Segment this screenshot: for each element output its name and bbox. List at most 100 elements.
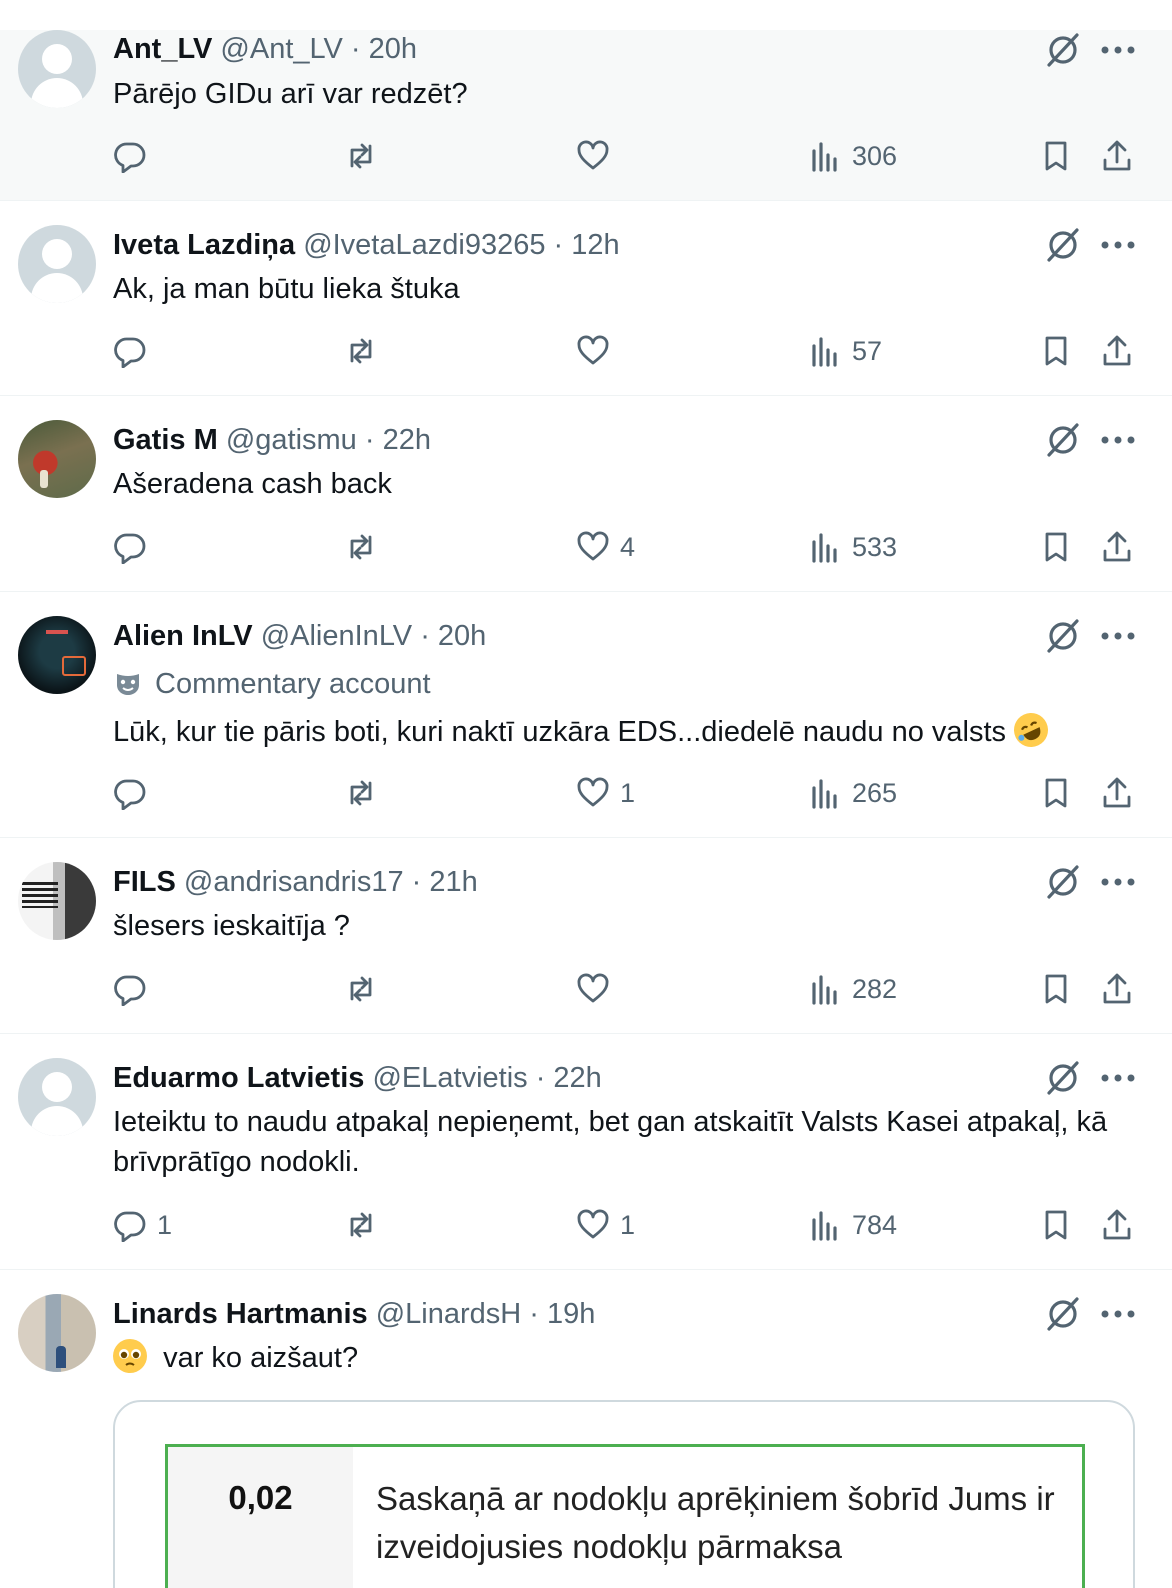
share-icon	[1103, 1209, 1131, 1240]
share-button[interactable]	[1100, 969, 1134, 1009]
overpayment-message: Saskaņā ar nodokļu aprēķiniem šobrīd Jum…	[376, 1480, 1055, 1565]
views-button[interactable]: 57	[808, 331, 882, 371]
author-name[interactable]: Eduarmo Latvietis	[113, 1062, 364, 1094]
share-button[interactable]	[1100, 331, 1134, 371]
share-icon	[1103, 973, 1131, 1004]
bookmark-button[interactable]	[1039, 773, 1073, 813]
share-button[interactable]	[1100, 136, 1134, 176]
like-button[interactable]: 1	[576, 1205, 635, 1245]
more-options-icon[interactable]	[1100, 877, 1136, 887]
tweet-text: Lūk, kur tie pāris boti, kuri naktī uzkā…	[113, 707, 1143, 753]
retweet-icon	[350, 143, 372, 169]
retweet-button[interactable]	[344, 1205, 378, 1245]
reply-button[interactable]	[113, 331, 157, 371]
like-button[interactable]: 1	[576, 773, 635, 813]
reply-button[interactable]: 1	[113, 1205, 172, 1245]
like-count: 4	[620, 531, 636, 562]
more-options-icon[interactable]	[1100, 1309, 1136, 1319]
author-name[interactable]: Alien InLV	[113, 620, 253, 652]
grok-icon[interactable]	[1044, 31, 1082, 69]
view-count: 282	[852, 973, 898, 1004]
author-handle-and-time[interactable]: @andrisandris17 · 21h	[184, 866, 478, 898]
author-handle-and-time[interactable]: @LinardsH · 19h	[376, 1298, 596, 1330]
avatar[interactable]	[18, 616, 96, 694]
views-button[interactable]: 784	[808, 1205, 897, 1245]
grok-icon[interactable]	[1044, 1059, 1082, 1097]
media-card[interactable]: 0,02 Saskaņā ar nodokļu aprēķiniem šobrī…	[113, 1400, 1135, 1588]
like-count: 1	[620, 1209, 636, 1240]
more-options-icon[interactable]	[1100, 631, 1136, 641]
like-button[interactable]	[576, 136, 620, 176]
share-button[interactable]	[1100, 527, 1134, 567]
more-options-icon[interactable]	[1100, 240, 1136, 250]
grok-icon[interactable]	[1044, 1295, 1082, 1333]
tweet-actions: 282	[0, 969, 1172, 1009]
tweet-text-content: Lūk, kur tie pāris boti, kuri naktī uzkā…	[113, 716, 1007, 748]
avatar[interactable]	[18, 1294, 96, 1372]
author-handle-and-time[interactable]: @AlienInLV · 20h	[261, 620, 487, 652]
like-button[interactable]: 4	[576, 527, 635, 567]
views-button[interactable]: 306	[808, 136, 897, 176]
views-button[interactable]: 533	[808, 527, 897, 567]
top-bar	[0, 0, 1172, 30]
author-name[interactable]: Ant_LV	[113, 33, 212, 65]
views-button[interactable]: 265	[808, 773, 897, 813]
author-name[interactable]: Linards Hartmanis	[113, 1298, 368, 1330]
reply-tweet[interactable]: Gatis M @gatismu · 22h Ašeradena cash ba…	[0, 396, 1172, 592]
grok-icon[interactable]	[1044, 617, 1082, 655]
bookmark-button[interactable]	[1039, 969, 1073, 1009]
share-button[interactable]	[1100, 773, 1134, 813]
view-count: 306	[852, 140, 898, 171]
avatar[interactable]	[18, 420, 96, 498]
tweet-text: šlesers ieskaitīja ?	[113, 910, 350, 942]
avatar[interactable]	[18, 862, 96, 940]
grok-icon[interactable]	[1044, 421, 1082, 459]
like-icon	[577, 973, 609, 1003]
avatar[interactable]	[18, 30, 96, 108]
author-handle-and-time[interactable]: @ELatvietis · 22h	[372, 1062, 601, 1094]
author-name[interactable]: Gatis M	[113, 424, 218, 456]
more-options-icon[interactable]	[1100, 45, 1136, 55]
reply-tweet[interactable]: FILS @andrisandris17 · 21h šlesers ieska…	[0, 838, 1172, 1034]
reply-button[interactable]	[113, 969, 157, 1009]
reply-button[interactable]	[113, 773, 157, 813]
retweet-button[interactable]	[344, 331, 378, 371]
tweet-text: var ko aizšaut?	[113, 1338, 1143, 1378]
views-button[interactable]: 282	[808, 969, 897, 1009]
more-options-icon[interactable]	[1100, 1073, 1136, 1083]
grok-icon[interactable]	[1044, 863, 1082, 901]
retweet-button[interactable]	[344, 773, 378, 813]
author-name[interactable]: FILS	[113, 866, 176, 898]
author-handle-and-time[interactable]: @IvetaLazdi93265 · 12h	[303, 229, 619, 261]
like-button[interactable]	[576, 969, 620, 1009]
grok-icon[interactable]	[1044, 226, 1082, 264]
like-button[interactable]	[576, 331, 620, 371]
views-icon	[812, 337, 837, 367]
tweet-text: Ieteiktu to naudu atpakaļ nepieņemt, bet…	[113, 1106, 1108, 1178]
bookmark-button[interactable]	[1039, 136, 1073, 176]
reply-tweet[interactable]: Iveta Lazdiņa @IvetaLazdi93265 · 12h Ak,…	[0, 201, 1172, 396]
bookmark-button[interactable]	[1039, 1205, 1073, 1245]
tweet-header: Eduarmo Latvietis @ELatvietis · 22h	[113, 1061, 602, 1095]
reply-tweet[interactable]: Ant_LV @Ant_LV · 20h Pārējo GIDu arī var…	[0, 30, 1172, 201]
reply-button[interactable]	[113, 527, 157, 567]
author-name[interactable]: Iveta Lazdiņa	[113, 229, 295, 261]
avatar[interactable]	[18, 1058, 96, 1136]
more-options-icon[interactable]	[1100, 435, 1136, 445]
pleading-face-emoji	[113, 1339, 147, 1373]
avatar[interactable]	[18, 225, 96, 303]
views-icon	[812, 533, 837, 563]
retweet-button[interactable]	[344, 969, 378, 1009]
reply-tweet[interactable]: Eduarmo Latvietis @ELatvietis · 22h Iete…	[0, 1034, 1172, 1270]
retweet-button[interactable]	[344, 527, 378, 567]
bookmark-button[interactable]	[1039, 331, 1073, 371]
account-label[interactable]: Commentary account	[113, 667, 431, 701]
share-button[interactable]	[1100, 1205, 1134, 1245]
reply-button[interactable]	[113, 136, 157, 176]
reply-tweet[interactable]: Alien InLV @AlienInLV · 20h Commentary a…	[0, 592, 1172, 838]
retweet-button[interactable]	[344, 136, 378, 176]
author-handle-and-time[interactable]: @gatismu · 22h	[226, 424, 431, 456]
retweet-icon	[350, 780, 372, 806]
author-handle-and-time[interactable]: @Ant_LV · 20h	[220, 33, 417, 65]
bookmark-button[interactable]	[1039, 527, 1073, 567]
